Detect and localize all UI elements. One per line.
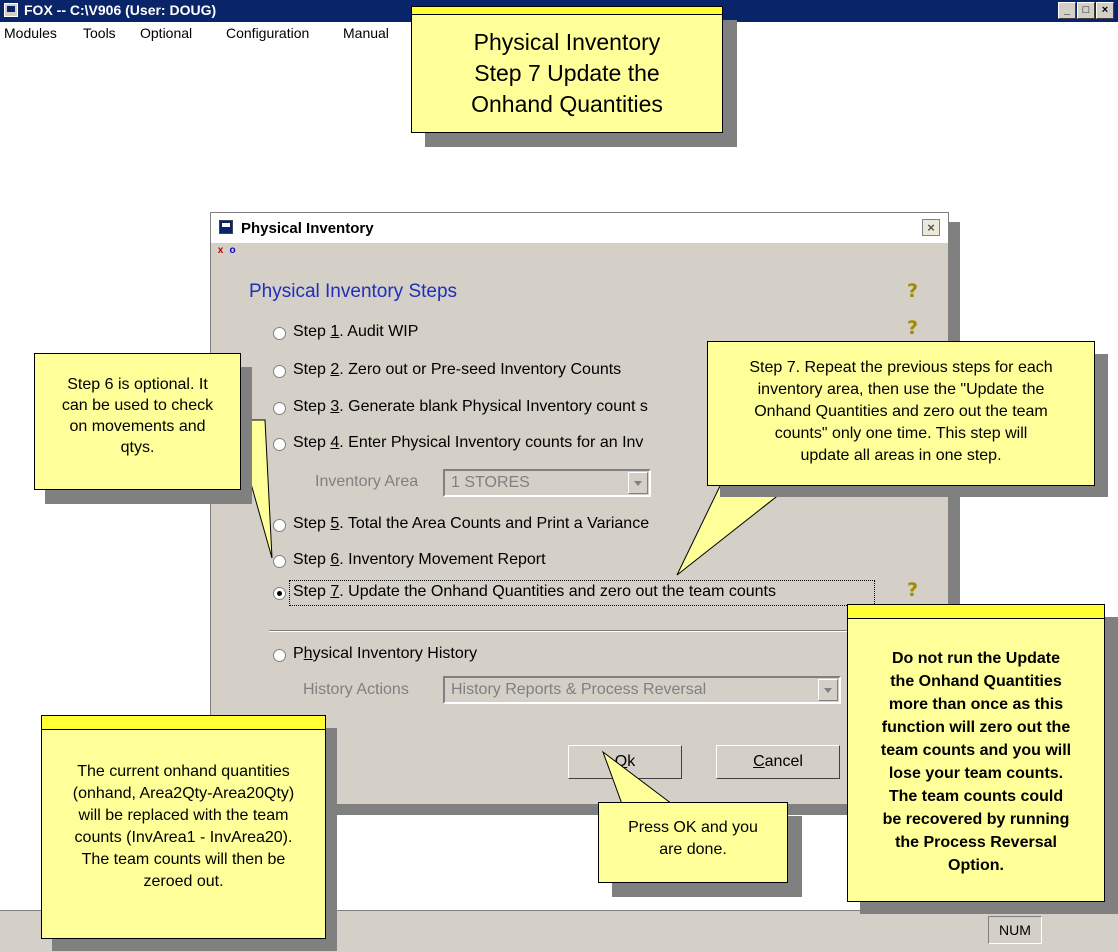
callout-header-bar [42, 716, 325, 730]
onhand-callout-line: will be replaced with the team [78, 807, 289, 824]
ok-callout-line: are done. [659, 841, 727, 858]
onhand-callout: The current onhand quantities (onhand, A… [41, 715, 326, 939]
step6-callout-line: qtys. [120, 439, 155, 456]
warning-callout-line: team counts and you will [880, 742, 1072, 759]
title-callout-line: Onhand Quantities [471, 91, 663, 117]
step6-callout-line: Step 6 is optional. It [67, 376, 208, 393]
title-callout-line: Step 7 Update the [474, 60, 660, 86]
warning-callout-line: lose your team counts. [888, 765, 1064, 782]
warning-callout-line: Option. [948, 857, 1004, 874]
onhand-callout-line: The team counts will then be [81, 851, 286, 868]
onhand-callout-line: (onhand, Area2Qty-Area20Qty) [72, 785, 295, 802]
warning-callout-line: more than once as this [888, 696, 1064, 713]
step7-callout-line: Onhand Quantities and zero out the team [754, 403, 1048, 420]
step7-callout-line: inventory area, then use the "Update the [757, 381, 1045, 398]
step6-callout-line: on movements and [69, 418, 206, 435]
step7-callout-line: Step 7. Repeat the previous steps for ea… [749, 359, 1053, 376]
warning-callout-line: be recovered by running [882, 811, 1070, 828]
ok-callout-pointer [601, 750, 674, 805]
warning-callout-line: the Process Reversal [895, 834, 1057, 851]
onhand-callout-line: The current onhand quantities [77, 763, 290, 780]
step7-callout-pointer [676, 485, 792, 576]
step6-callout-line: can be used to check [61, 397, 214, 414]
step7-callout-line: counts" only one time. This step will [774, 425, 1028, 442]
callout-header-bar [412, 7, 722, 15]
step7-callout: Step 7. Repeat the previous steps for ea… [707, 341, 1095, 486]
title-callout: Physical Inventory Step 7 Update the Onh… [411, 6, 723, 133]
step7-callout-line: update all areas in one step. [800, 447, 1002, 464]
warning-callout: Do not run the Update the Onhand Quantit… [847, 604, 1105, 902]
onhand-callout-line: zeroed out. [143, 873, 224, 890]
warning-callout-line: Do not run the Update [892, 650, 1060, 667]
step6-callout: Step 6 is optional. It can be used to ch… [34, 353, 241, 490]
warning-callout-line: The team counts could [888, 788, 1064, 805]
ok-callout: Press OK and you are done. [598, 802, 788, 883]
callout-header-bar [848, 605, 1104, 619]
ok-callout-line: Press OK and you [628, 819, 758, 836]
warning-callout-line: function will zero out the [881, 719, 1071, 736]
warning-callout-line: the Onhand Quantities [890, 673, 1062, 690]
onhand-callout-line: counts (InvArea1 - InvArea20). [74, 829, 293, 846]
title-callout-line: Physical Inventory [473, 29, 661, 55]
